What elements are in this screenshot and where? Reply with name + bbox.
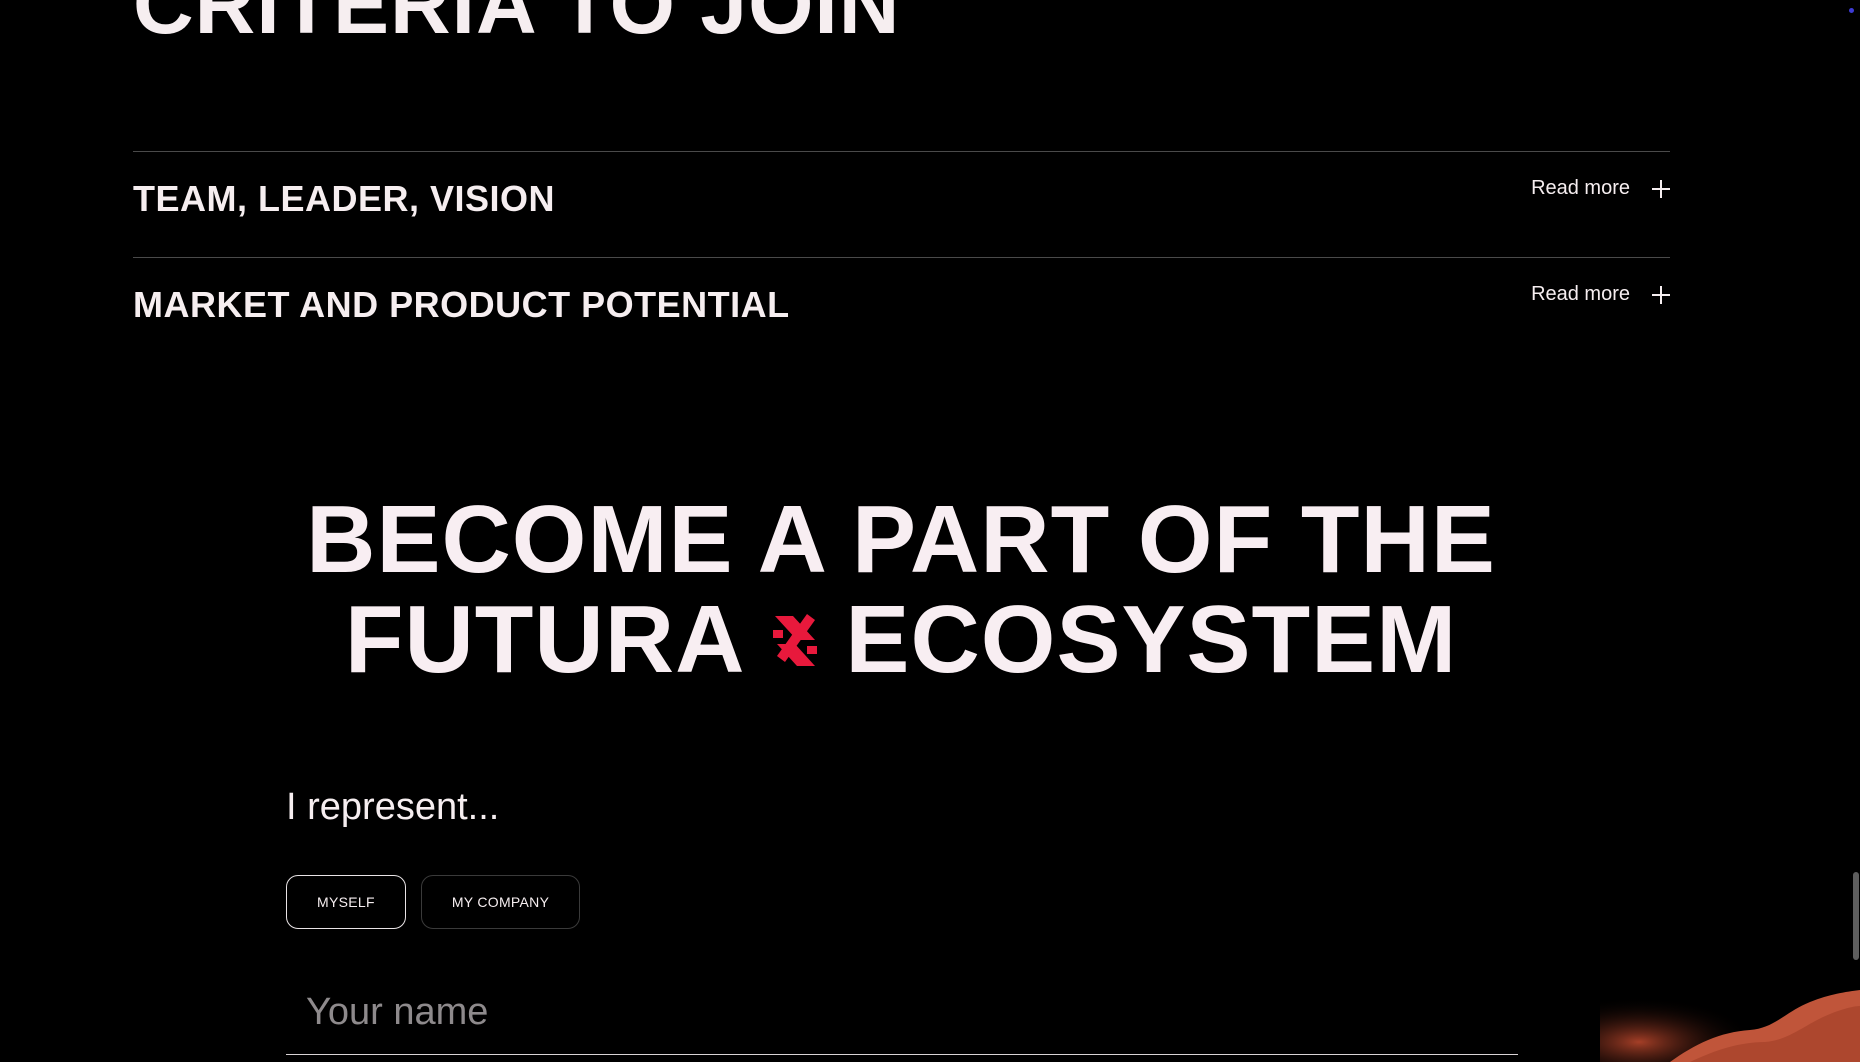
plus-icon	[1652, 179, 1670, 198]
cta-heading-ecosystem: ECOSYSTEM	[845, 586, 1458, 693]
plus-icon	[1652, 285, 1670, 304]
name-input[interactable]	[286, 980, 1518, 1044]
cta-heading-line-1: BECOME A PART OF THE	[306, 486, 1496, 593]
read-more-label: Read more	[1531, 283, 1630, 305]
mars-rock-image	[1600, 962, 1860, 1062]
criteria-accordion: TEAM, LEADER, VISION Read more MARKET AN…	[133, 151, 1670, 363]
myself-option-button[interactable]: MYSELF	[286, 875, 406, 929]
my-company-option-button[interactable]: MY COMPANY	[420, 875, 581, 929]
cta-heading-futura: FUTURA	[344, 586, 746, 693]
page: CRITERIA TO JOIN TEAM, LEADER, VISION Re…	[0, 0, 1860, 1062]
represent-choice-group: MYSELF MY COMPANY	[286, 875, 581, 929]
read-more-button[interactable]: Read more	[1531, 177, 1670, 200]
scrollbar-thumb[interactable]	[1853, 872, 1859, 960]
cta-heading: BECOME A PART OF THE FUTURA ECOSYSTEM	[0, 490, 1802, 690]
section-heading: CRITERIA TO JOIN	[133, 0, 901, 51]
read-more-label: Read more	[1531, 177, 1630, 199]
indicator-dot	[1849, 8, 1854, 13]
accordion-title: TEAM, LEADER, VISION	[133, 178, 556, 219]
accordion-item-market[interactable]: MARKET AND PRODUCT POTENTIAL Read more	[133, 257, 1670, 363]
name-field	[286, 980, 1518, 1055]
represent-label: I represent...	[286, 786, 500, 828]
accordion-title: MARKET AND PRODUCT POTENTIAL	[133, 284, 790, 325]
accordion-item-team[interactable]: TEAM, LEADER, VISION Read more	[133, 151, 1670, 257]
cta-heading-line-2: FUTURA ECOSYSTEM	[0, 590, 1802, 690]
futura-logo-icon	[773, 613, 818, 666]
read-more-button[interactable]: Read more	[1531, 283, 1670, 306]
